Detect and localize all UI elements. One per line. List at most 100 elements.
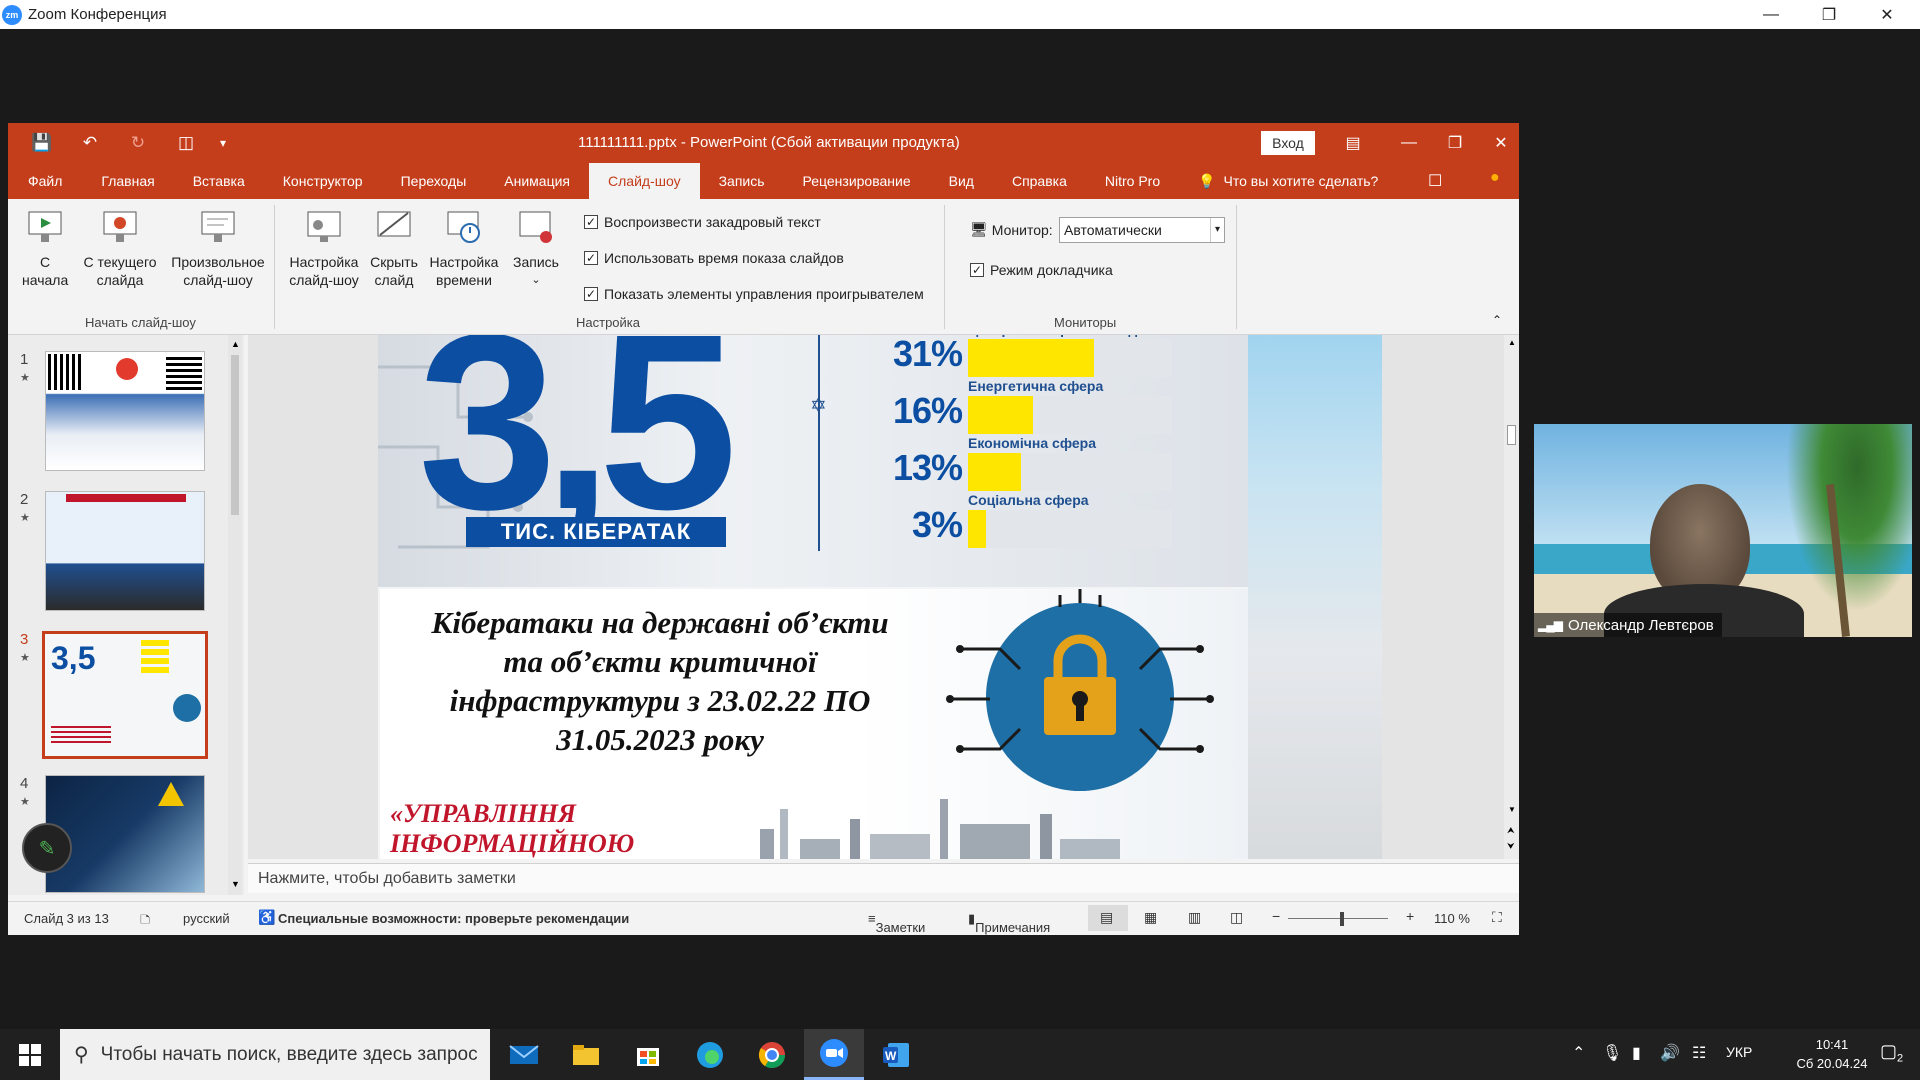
tab-insert[interactable]: Вставка <box>174 163 264 199</box>
notes-pane[interactable]: Нажмите, чтобы добавить заметки <box>248 863 1519 893</box>
next-slide-icon[interactable]: ⮟ <box>1507 841 1515 852</box>
battery-icon[interactable]: ▮ <box>1632 1043 1641 1063</box>
microphone-icon[interactable]: 🎙 <box>1602 1043 1622 1063</box>
editor-scrollbar[interactable]: ▲ ▼ ⮝ ⮟ <box>1504 335 1519 859</box>
thumb-big-number: 3,5 <box>51 640 96 676</box>
zoom-in-icon[interactable]: + <box>1406 908 1414 924</box>
minimize-button[interactable]: — <box>1742 0 1800 29</box>
tab-help[interactable]: Справка <box>993 163 1086 199</box>
custom-show-button[interactable]: Произвольное слайд-шоу <box>166 207 270 289</box>
zoom-app-icon[interactable] <box>804 1029 864 1080</box>
ribbon-display-icon[interactable]: ▤ <box>1330 123 1376 163</box>
undo-icon[interactable]: ↶ <box>66 133 114 153</box>
reading-view-icon[interactable]: ▥ <box>1188 909 1201 926</box>
ppt-minimize-button[interactable]: — <box>1386 123 1432 163</box>
from-start-button[interactable]: С начала <box>22 207 68 289</box>
clock[interactable]: 10:41 Сб 20.04.24 <box>1782 1035 1882 1073</box>
record-button[interactable]: Запись ⌄ <box>508 207 564 289</box>
fit-to-window-icon[interactable]: ⛶ <box>1492 909 1502 926</box>
word-app-icon[interactable]: W <box>866 1029 926 1080</box>
scroll-up-icon[interactable]: ▲ <box>231 339 240 349</box>
tab-record[interactable]: Запись <box>700 163 784 199</box>
timings-checkbox[interactable]: ✓ Использовать время показа слайдов <box>584 250 844 266</box>
presenter-view-checkbox[interactable]: ✓ Режим докладчика <box>970 262 1113 278</box>
setup-show-button[interactable]: Настройка слайд-шоу <box>286 207 362 289</box>
tab-transitions[interactable]: Переходы <box>382 163 486 199</box>
scrollbar-thumb[interactable] <box>1507 425 1516 445</box>
taskbar-search[interactable]: ⚲ Чтобы начать поиск, введите здесь запр… <box>60 1029 490 1080</box>
notification-center-icon[interactable]: ▢2 <box>1880 1041 1903 1065</box>
spellcheck-icon[interactable]: 🗅 <box>140 909 150 933</box>
current-slide[interactable]: 3,5 ТИС. КІБЕРАТАК ✡ Центральні органи в… <box>378 335 1382 859</box>
previous-slide-icon[interactable]: ⮝ <box>1507 825 1515 836</box>
file-explorer-icon[interactable] <box>556 1029 616 1080</box>
rehearse-timings-button[interactable]: Настройка времени <box>426 207 502 289</box>
zoom-level[interactable]: 110 % <box>1434 911 1470 926</box>
tab-design[interactable]: Конструктор <box>264 163 382 199</box>
input-language[interactable]: УКР <box>1726 1044 1752 1060</box>
comments-icon[interactable]: ☐ <box>1428 171 1442 191</box>
lock-icon <box>173 694 201 722</box>
slide-thumbnail[interactable] <box>45 775 205 893</box>
language-label[interactable]: русский <box>183 911 230 926</box>
chevron-up-icon[interactable]: ⌃ <box>1572 1043 1585 1063</box>
zoom-window-title: Zoom Конференция <box>28 6 167 23</box>
customize-qat-icon[interactable]: ▾ <box>210 136 236 150</box>
notes-button[interactable]: ≡ Заметки <box>868 911 925 935</box>
present-icon[interactable]: ◫ <box>162 133 210 153</box>
slide-thumbnail[interactable] <box>45 491 205 611</box>
slideshow-view-icon[interactable]: ◫ <box>1230 909 1243 926</box>
tell-me-box[interactable]: 💡 Что вы хотите сделать? <box>1179 163 1397 199</box>
tab-review[interactable]: Рецензирование <box>784 163 930 199</box>
close-button[interactable]: ✕ <box>1858 0 1916 29</box>
ppt-close-button[interactable]: ✕ <box>1478 123 1519 163</box>
from-current-button[interactable]: С текущего слайда <box>80 207 160 289</box>
ribbon-separator <box>1236 205 1237 329</box>
tab-animations[interactable]: Анимация <box>485 163 589 199</box>
sign-in-button[interactable]: Вход <box>1261 131 1315 155</box>
monitor-select[interactable]: Автоматически ▾ <box>1059 217 1225 243</box>
accessibility-label[interactable]: Специальные возможности: проверьте реком… <box>278 911 629 926</box>
start-button[interactable] <box>0 1029 60 1080</box>
zoom-out-icon[interactable]: − <box>1272 908 1280 924</box>
ppt-restore-button[interactable]: ❐ <box>1432 123 1478 163</box>
slide-thumbnail[interactable] <box>45 351 205 471</box>
media-controls-checkbox[interactable]: ✓ Показать элементы управления проигрыват… <box>584 286 924 302</box>
from-start-icon <box>25 207 65 247</box>
slide-thumbnails: 1 ★ 2 ★ 3 ★ 3,5 4 ★ ✎ ▲ ▼ <box>8 335 244 895</box>
slide-thumbnail-selected[interactable]: 3,5 <box>42 631 208 759</box>
network-icon[interactable]: ☷ <box>1692 1043 1706 1063</box>
collapse-ribbon-icon[interactable]: ⌃ <box>1492 313 1502 327</box>
thumbnail-scrollbar[interactable]: ▲ ▼ <box>228 335 242 895</box>
zoom-slider[interactable] <box>1288 918 1388 919</box>
scroll-down-icon[interactable]: ▼ <box>231 879 240 889</box>
redo-icon[interactable]: ↻ <box>114 133 162 153</box>
comments-button[interactable]: ▮ Примечания <box>968 911 1050 935</box>
narration-checkbox[interactable]: ✓ Воспроизвести закадровый текст <box>584 214 821 230</box>
participant-video[interactable]: ▂▄▆ Олександр Левтєров <box>1534 424 1912 637</box>
tab-view[interactable]: Вид <box>930 163 993 199</box>
tab-slideshow[interactable]: Слайд-шоу <box>589 163 700 199</box>
tab-file[interactable]: Файл <box>8 163 82 199</box>
tab-home[interactable]: Главная <box>82 163 173 199</box>
mail-app-icon[interactable] <box>494 1029 554 1080</box>
premium-dot-icon[interactable]: ● <box>1490 169 1500 187</box>
thumb-number: 4 <box>20 775 29 792</box>
store-app-icon[interactable] <box>618 1029 678 1080</box>
chevron-down-icon[interactable]: ▾ <box>1210 218 1224 242</box>
slide-sorter-icon[interactable]: ▦ <box>1144 909 1157 926</box>
tab-nitro[interactable]: Nitro Pro <box>1086 163 1179 199</box>
hide-slide-button[interactable]: Скрыть слайд <box>368 207 420 289</box>
edge-browser-icon[interactable] <box>680 1029 740 1080</box>
chrome-browser-icon[interactable] <box>742 1029 802 1080</box>
accessibility-icon[interactable]: ♿ <box>258 909 275 926</box>
zoom-slider-thumb[interactable] <box>1340 912 1344 926</box>
scroll-up-icon[interactable]: ▲ <box>1508 338 1516 347</box>
volume-icon[interactable]: 🔊 <box>1660 1043 1680 1063</box>
scrollbar-thumb[interactable] <box>231 355 239 515</box>
record-dropdown-icon[interactable]: ⌄ <box>508 271 564 289</box>
save-icon[interactable]: 💾 <box>18 133 66 153</box>
pen-icon[interactable]: ✎ <box>22 823 72 873</box>
scroll-down-icon[interactable]: ▼ <box>1508 805 1516 814</box>
restore-button[interactable]: ❐ <box>1800 0 1858 29</box>
